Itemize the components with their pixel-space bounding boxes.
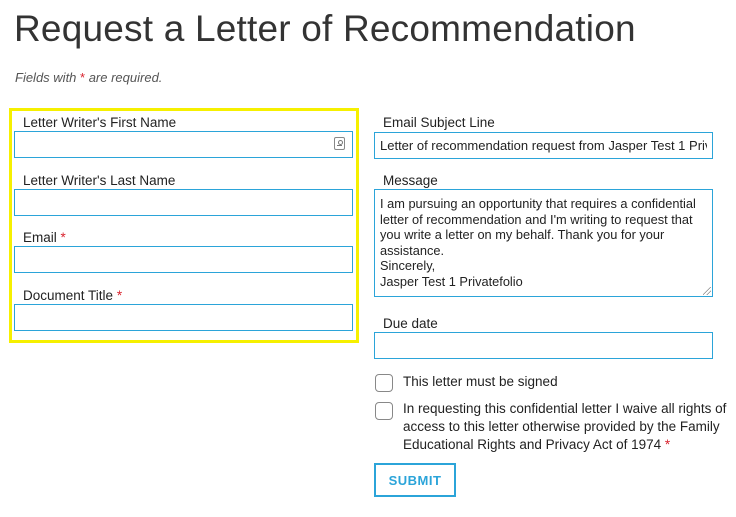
must-be-signed-checkbox[interactable] [375,374,393,392]
required-asterisk: * [664,437,671,452]
email-label-text: Email [23,230,57,245]
message-text: I am pursuing an opportunity that requir… [380,196,696,289]
due-date-input[interactable] [374,332,713,359]
email-subject-label: Email Subject Line [383,115,495,130]
contact-card-icon[interactable] [334,137,345,150]
required-fields-note: Fields with * are required. [15,70,162,85]
submit-button[interactable]: SUBMIT [374,463,456,497]
due-date-label: Due date [383,316,438,331]
message-textarea[interactable]: I am pursuing an opportunity that requir… [374,189,713,297]
required-asterisk: * [116,288,123,303]
email-subject-input[interactable] [374,132,713,159]
document-title-input[interactable] [14,304,353,331]
required-asterisk: * [60,230,66,245]
ferpa-waiver-label: In requesting this confidential letter I… [403,400,729,454]
first-name-field-wrapper [14,131,353,158]
message-label: Message [383,173,438,188]
must-be-signed-label: This letter must be signed [403,374,558,389]
page-title: Request a Letter of Recommendation [14,8,636,49]
ferpa-waiver-text: In requesting this confidential letter I… [403,401,727,452]
first-name-label: Letter Writer's First Name [23,115,177,130]
first-name-input[interactable] [14,131,353,158]
email-input[interactable] [14,246,353,273]
required-note-prefix: Fields with [15,70,81,85]
ferpa-waiver-checkbox[interactable] [375,402,393,420]
last-name-label: Letter Writer's Last Name [23,173,176,188]
resize-handle-icon[interactable] [703,287,711,295]
email-label: Email * [23,230,66,245]
last-name-input[interactable] [14,189,353,216]
document-title-label-text: Document Title [23,288,114,303]
required-note-suffix: are required. [85,70,163,85]
document-title-label: Document Title * [23,288,122,303]
